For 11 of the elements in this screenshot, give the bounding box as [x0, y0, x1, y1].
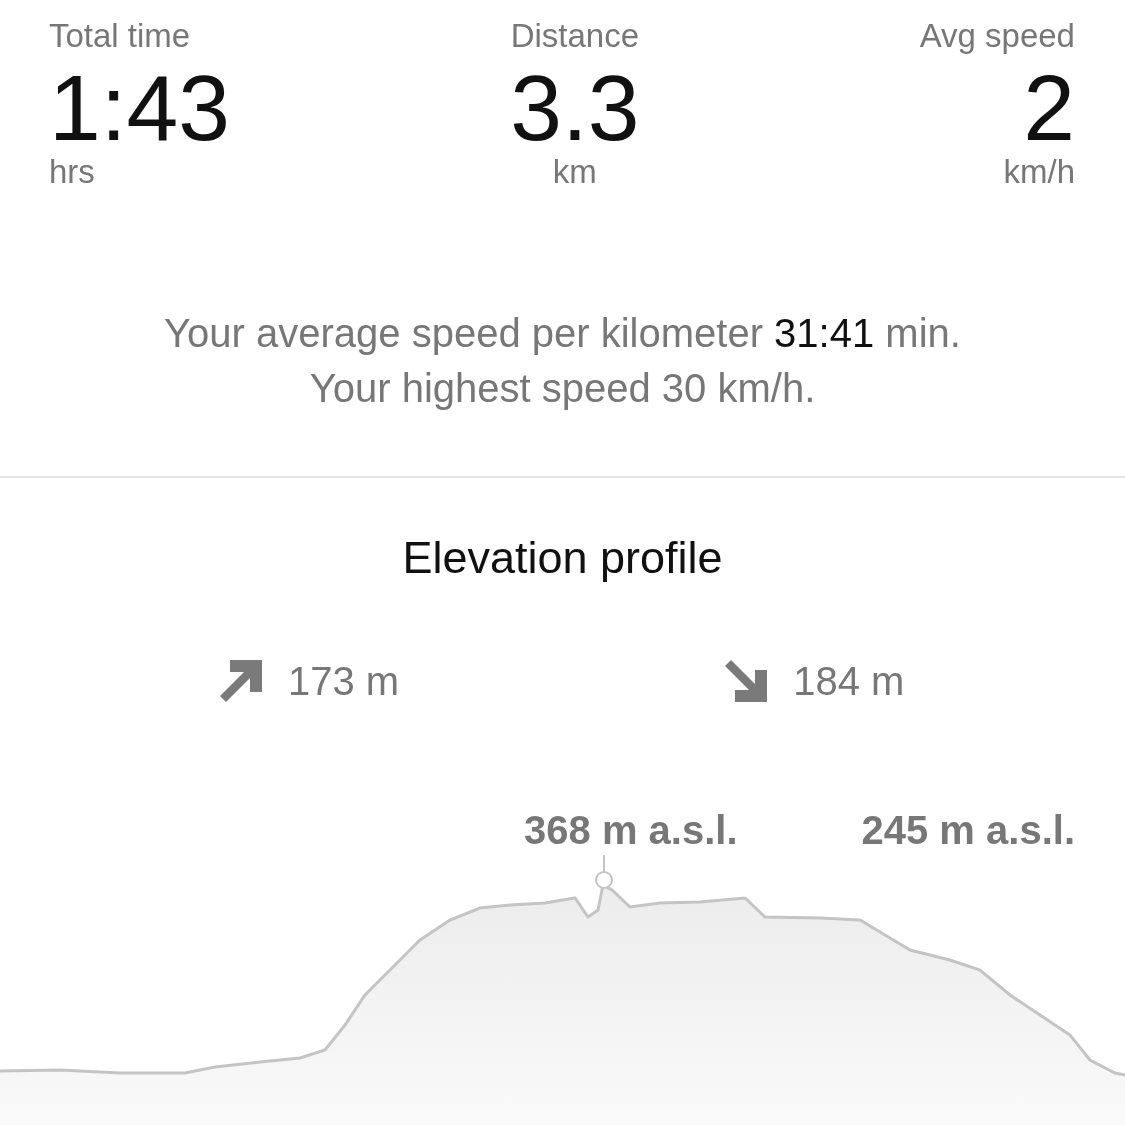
stat-label: Distance	[510, 16, 639, 56]
stat-label: Total time	[49, 16, 191, 56]
section-title: Elevation profile	[401, 531, 724, 585]
end-elevation-label: 245 m a.s.l.	[861, 807, 1075, 854]
descent-value: 184 m	[793, 658, 905, 704]
peak-marker	[595, 855, 613, 889]
ascent-value: 173 m	[288, 658, 400, 704]
stat-label: Avg speed	[919, 16, 1075, 56]
pace-text: Your average speed per kilometer 31:41 min.	[164, 310, 961, 357]
top-speed-text: Your highest speed 30 km/h.	[309, 365, 816, 412]
peak-elevation-label: 368 m a.s.l.	[524, 807, 738, 854]
